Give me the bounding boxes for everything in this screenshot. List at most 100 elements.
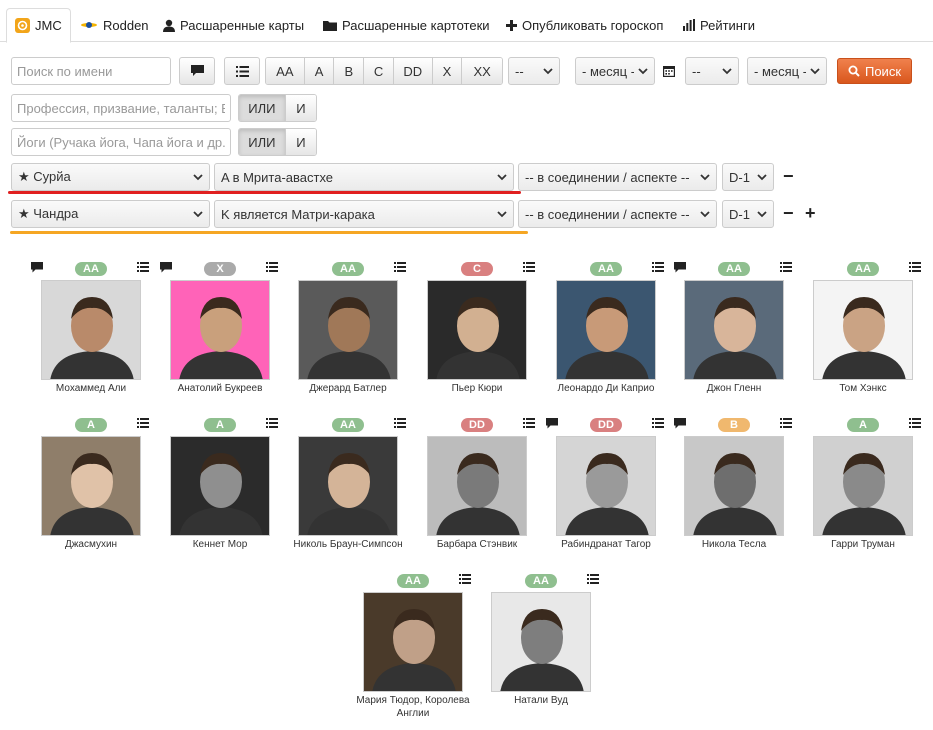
person-name[interactable]: Николь Браун-Симпсон — [283, 538, 413, 551]
rating-filter-aa[interactable]: AA — [266, 58, 305, 84]
person-photo[interactable] — [41, 436, 141, 536]
person-photo[interactable] — [684, 436, 784, 536]
rating-filter-b[interactable]: B — [334, 58, 365, 84]
person-photo[interactable] — [298, 436, 398, 536]
condition-select-2[interactable]: K является Матри-карака — [214, 200, 514, 228]
person-name[interactable]: Натали Вуд — [476, 694, 606, 707]
rating-filter-xx[interactable]: XX — [462, 58, 502, 84]
calendar-icon — [663, 66, 675, 77]
list-icon[interactable] — [909, 262, 921, 272]
person-name[interactable]: Гарри Труман — [798, 538, 928, 551]
rating-filter-x[interactable]: X — [432, 58, 463, 84]
chevron-down-icon — [543, 67, 553, 74]
folder-icon — [323, 21, 337, 31]
person-photo[interactable] — [491, 592, 591, 692]
person-photo[interactable] — [556, 280, 656, 380]
person-name[interactable]: Леонардо Ди Каприо — [541, 382, 671, 395]
person-photo[interactable] — [363, 592, 463, 692]
list-icon[interactable] — [137, 262, 149, 272]
list-icon[interactable] — [909, 418, 921, 428]
person-card: AA Натали Вуд — [476, 572, 606, 722]
person-name[interactable]: Джасмухин — [26, 538, 156, 551]
tab-rodden[interactable]: Rodden — [72, 8, 157, 42]
list-icon[interactable] — [394, 418, 406, 428]
yoga-input[interactable] — [11, 128, 231, 156]
person-photo[interactable] — [427, 280, 527, 380]
list-icon[interactable] — [652, 262, 664, 272]
person-name[interactable]: Мария Тюдор, Королева Англии — [348, 694, 478, 720]
comment-icon[interactable] — [674, 262, 686, 273]
search-button[interactable]: Поиск — [837, 58, 912, 84]
list-icon[interactable] — [652, 418, 664, 428]
person-name[interactable]: Анатолий Букреев — [155, 382, 285, 395]
list-view-button[interactable] — [224, 57, 260, 85]
list-icon[interactable] — [523, 262, 535, 272]
nav-tabs: JMC Rodden Расшаренные карты Расшаренные… — [0, 0, 933, 43]
person-name[interactable]: Рабиндранат Тагор — [541, 538, 671, 551]
profession-or-button[interactable]: ИЛИ — [239, 95, 286, 121]
remove-condition-2-button[interactable]: − — [783, 204, 794, 222]
person-card: C Пьер Кюри — [412, 260, 542, 410]
planet-select-2[interactable]: ★ Чандра — [11, 200, 210, 228]
rating-filter-a[interactable]: A — [304, 58, 335, 84]
add-condition-button[interactable]: + — [805, 204, 816, 222]
month-select-2[interactable]: - месяц - — [747, 57, 827, 85]
person-name[interactable]: Пьер Кюри — [412, 382, 542, 395]
person-name[interactable]: Никола Тесла — [669, 538, 799, 551]
tab-ratings[interactable]: Рейтинги — [675, 8, 763, 42]
person-name[interactable]: Барбара Стэнвик — [412, 538, 542, 551]
rating-filter-dd[interactable]: DD — [393, 58, 433, 84]
rating-badge: AA — [718, 262, 750, 276]
comment-icon[interactable] — [674, 418, 686, 429]
comment-icon[interactable] — [546, 418, 558, 429]
relation-select-1[interactable]: -- в соединении / аспекте -- — [518, 163, 717, 191]
profession-input[interactable] — [11, 94, 231, 122]
yoga-and-button[interactable]: И — [285, 129, 316, 155]
name-search-input[interactable] — [11, 57, 171, 85]
rating-filter-c[interactable]: C — [364, 58, 394, 84]
day-select-1[interactable]: -- — [508, 57, 560, 85]
tab-shared-files[interactable]: Расшаренные картотеки — [315, 8, 498, 42]
person-name[interactable]: Джон Гленн — [669, 382, 799, 395]
person-photo[interactable] — [298, 280, 398, 380]
list-icon[interactable] — [459, 574, 471, 584]
person-name[interactable]: Джерард Батлер — [283, 382, 413, 395]
person-photo[interactable] — [41, 280, 141, 380]
tab-publish[interactable]: Опубликовать гороскоп — [498, 8, 671, 42]
person-name[interactable]: Мохаммед Али — [26, 382, 156, 395]
profession-and-button[interactable]: И — [285, 95, 316, 121]
tab-jmc[interactable]: JMC — [6, 8, 71, 43]
list-icon[interactable] — [137, 418, 149, 428]
list-icon[interactable] — [394, 262, 406, 272]
list-icon[interactable] — [780, 418, 792, 428]
card-header: A — [26, 416, 156, 436]
list-icon[interactable] — [780, 262, 792, 272]
rating-badge: AA — [332, 262, 364, 276]
person-photo[interactable] — [684, 280, 784, 380]
planet-select-1[interactable]: ★ Сурйа — [11, 163, 210, 191]
condition-select-1[interactable]: A в Мрита-авастхе — [214, 163, 514, 191]
list-icon[interactable] — [266, 418, 278, 428]
yoga-or-button[interactable]: ИЛИ — [239, 129, 286, 155]
comment-filter-button[interactable] — [179, 57, 215, 85]
comment-icon[interactable] — [160, 262, 172, 273]
day-select-2[interactable]: -- — [685, 57, 739, 85]
remove-condition-1-button[interactable]: − — [783, 167, 794, 185]
list-icon[interactable] — [266, 262, 278, 272]
list-icon[interactable] — [587, 574, 599, 584]
chart-select-2[interactable]: D-1 — [722, 200, 774, 228]
tab-shared-charts[interactable]: Расшаренные карты — [155, 8, 312, 42]
person-photo[interactable] — [556, 436, 656, 536]
chart-select-1[interactable]: D-1 — [722, 163, 774, 191]
relation-select-2[interactable]: -- в соединении / аспекте -- — [518, 200, 717, 228]
person-photo[interactable] — [813, 436, 913, 536]
person-photo[interactable] — [170, 436, 270, 536]
person-name[interactable]: Кеннет Мор — [155, 538, 285, 551]
comment-icon[interactable] — [31, 262, 43, 273]
month-select-1[interactable]: - месяц - — [575, 57, 655, 85]
person-photo[interactable] — [170, 280, 270, 380]
list-icon[interactable] — [523, 418, 535, 428]
person-name[interactable]: Том Хэнкс — [798, 382, 928, 395]
person-photo[interactable] — [813, 280, 913, 380]
person-photo[interactable] — [427, 436, 527, 536]
